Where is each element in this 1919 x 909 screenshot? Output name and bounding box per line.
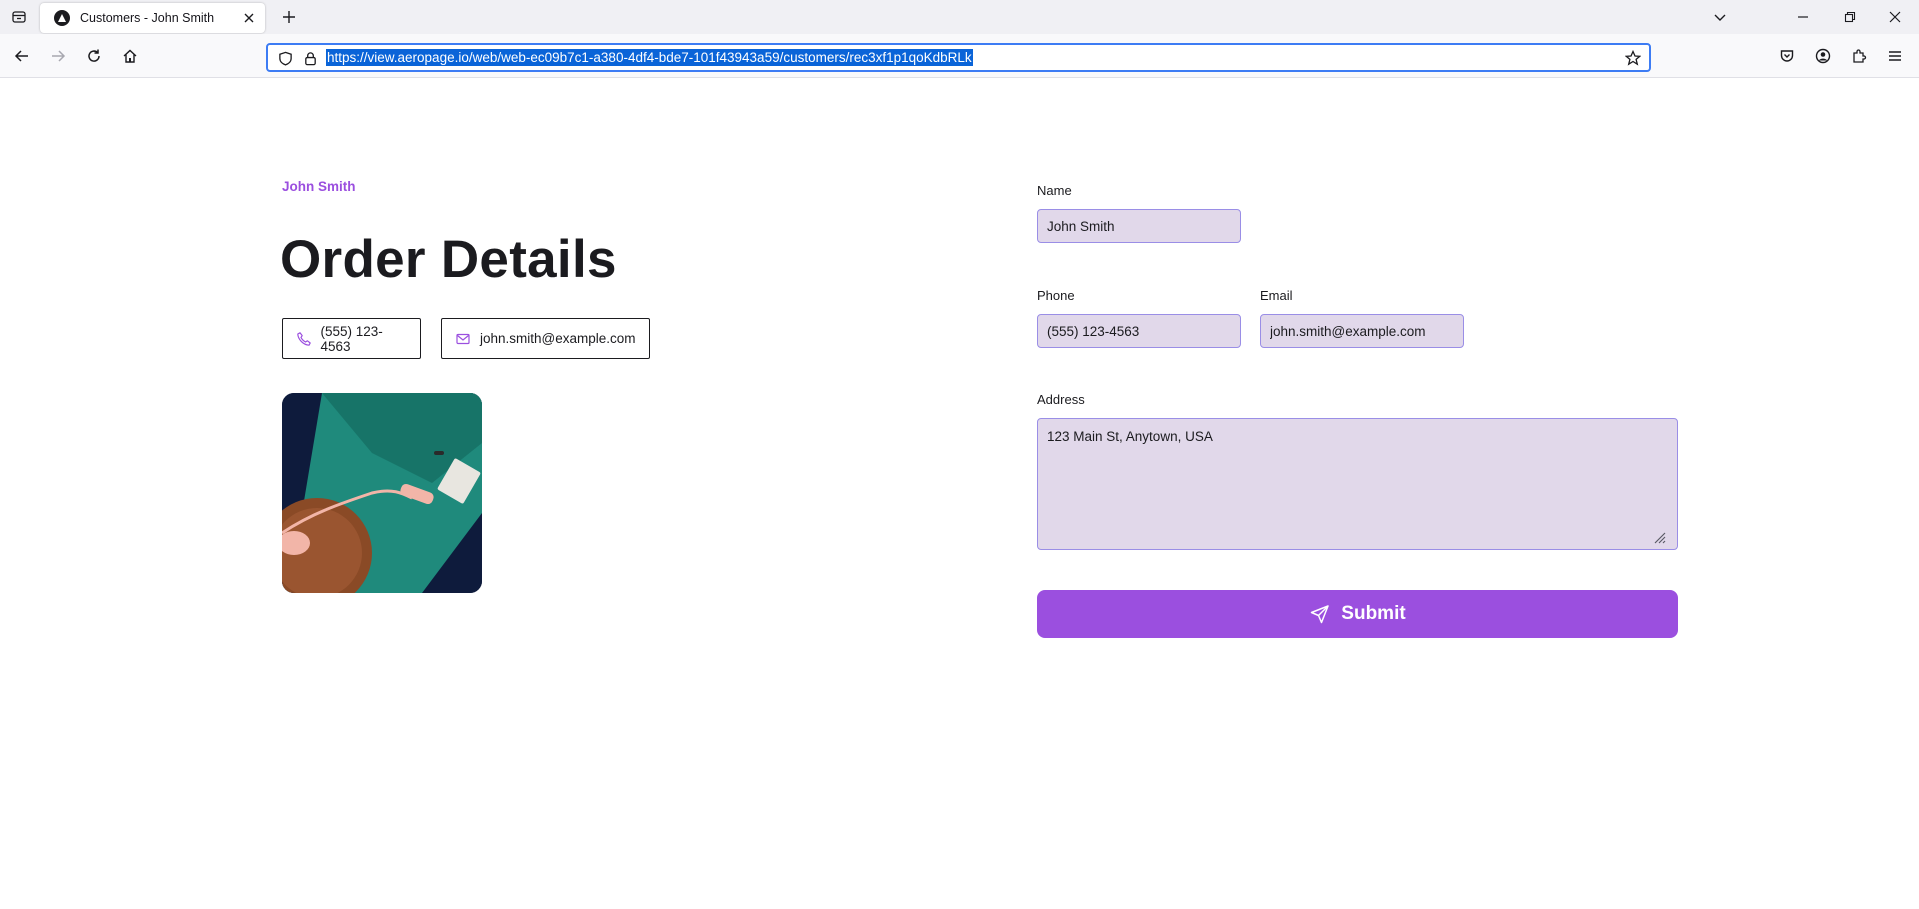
tracking-shield-icon[interactable] xyxy=(276,49,294,67)
forward-arrow-icon[interactable] xyxy=(47,45,69,67)
submit-label: Submit xyxy=(1341,603,1406,624)
restore-window-icon[interactable] xyxy=(1839,6,1861,28)
account-icon[interactable] xyxy=(1812,45,1834,67)
page-title: Order Details xyxy=(280,230,617,289)
email-label: Email xyxy=(1260,288,1293,303)
lock-icon[interactable] xyxy=(301,49,319,67)
phone-chip[interactable]: (555) 123-4563 xyxy=(282,318,421,359)
close-tab-icon[interactable] xyxy=(239,8,259,28)
browser-tab-bar: Customers - John Smith xyxy=(0,0,1919,34)
page-content: John Smith Order Details (555) 123-4563 … xyxy=(0,79,1919,909)
close-window-icon[interactable] xyxy=(1884,6,1906,28)
app-menu-icon[interactable] xyxy=(1884,45,1906,67)
browser-tab-active[interactable]: Customers - John Smith xyxy=(40,3,265,33)
extensions-icon[interactable] xyxy=(1848,45,1870,67)
phone-icon xyxy=(295,330,312,348)
url-text[interactable]: https://view.aeropage.io/web/web-ec09b7c… xyxy=(326,49,973,66)
email-chip[interactable]: john.smith@example.com xyxy=(441,318,650,359)
address-textarea[interactable]: 123 Main St, Anytown, USA xyxy=(1037,418,1678,550)
aeropage-logo-icon xyxy=(54,10,70,26)
email-chip-text: john.smith@example.com xyxy=(480,331,636,346)
tab-list-icon[interactable] xyxy=(8,6,30,28)
address-label: Address xyxy=(1037,392,1085,407)
minimize-window-icon[interactable] xyxy=(1792,6,1814,28)
customer-photo xyxy=(282,393,482,593)
name-label: Name xyxy=(1037,183,1072,198)
back-arrow-icon[interactable] xyxy=(11,45,33,67)
address-bar[interactable]: https://view.aeropage.io/web/web-ec09b7c… xyxy=(266,43,1651,72)
submit-button[interactable]: Submit xyxy=(1037,590,1678,638)
breadcrumb[interactable]: John Smith xyxy=(282,179,356,194)
pocket-icon[interactable] xyxy=(1776,45,1798,67)
email-input[interactable] xyxy=(1260,314,1464,348)
tab-title: Customers - John Smith xyxy=(80,11,215,25)
new-tab-icon[interactable] xyxy=(278,6,300,28)
mail-icon xyxy=(454,330,472,348)
phone-input[interactable] xyxy=(1037,314,1241,348)
resize-handle-icon[interactable] xyxy=(1652,530,1666,544)
tab-overflow-chevron-down-icon[interactable] xyxy=(1709,6,1731,28)
phone-chip-text: (555) 123-4563 xyxy=(320,323,383,354)
bookmark-star-icon[interactable] xyxy=(1624,49,1642,67)
name-input[interactable] xyxy=(1037,209,1241,243)
reload-icon[interactable] xyxy=(83,45,105,67)
phone-label: Phone xyxy=(1037,288,1075,303)
browser-nav-bar: https://view.aeropage.io/web/web-ec09b7c… xyxy=(0,34,1919,78)
send-icon xyxy=(1309,603,1331,625)
home-icon[interactable] xyxy=(119,45,141,67)
